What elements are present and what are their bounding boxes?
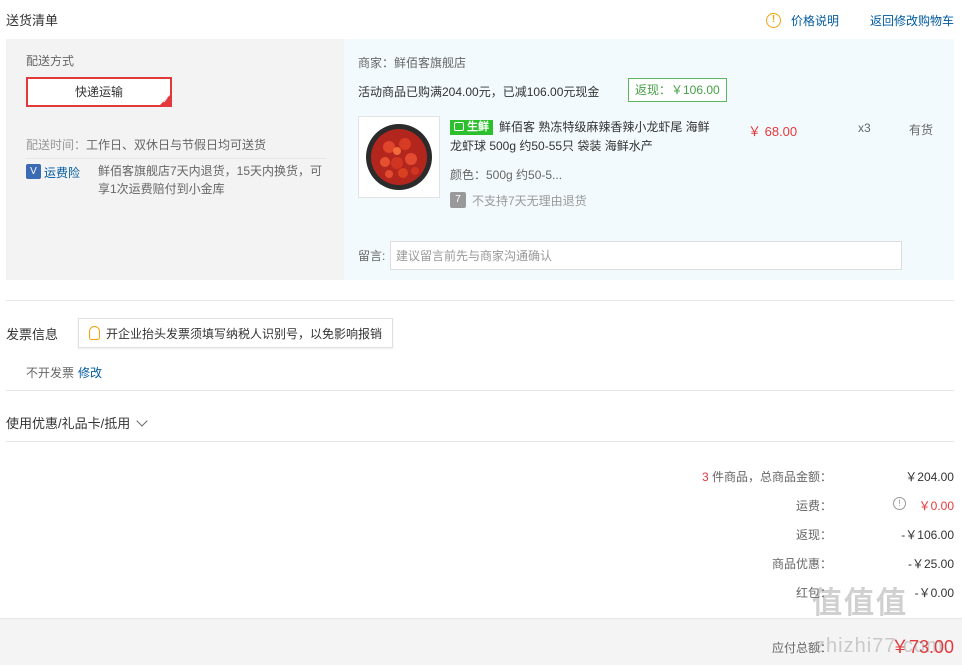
product-quantity: x3 [858, 121, 871, 135]
fresh-tag-label: 生鲜 [467, 121, 489, 133]
delivery-time-value: 工作日、双休日与节假日均可送货 [86, 138, 267, 152]
price-explain-link[interactable]: ! 价格说明 [766, 12, 839, 29]
divider [6, 441, 954, 442]
invoice-tip-text: 开企业抬头发票须填写纳税人识别号，以免影响报销 [106, 326, 383, 341]
fresh-tag-icon [454, 122, 464, 131]
invoice-edit-link[interactable]: 修改 [78, 364, 102, 381]
product-title[interactable]: 生鲜 鲜佰客 熟冻特级麻辣香辣小龙虾尾 海鲜龙虾球 500g 约50-55只 袋装… [450, 118, 710, 156]
watermark: 值值值 [812, 587, 908, 620]
shipping-fee: ￥0.00 [918, 499, 954, 513]
item-count-text: 件商品，总商品金额： [711, 470, 832, 484]
invoice-tip: 开企业抬头发票须填写纳税人识别号，以免影响报销 [78, 318, 394, 348]
delivery-time-label: 配送时间： [26, 138, 87, 152]
invoice-value: 不开发票 [26, 366, 75, 380]
no-return-icon: 7 [450, 192, 466, 208]
check-icon: ✓ [162, 96, 169, 105]
warning-icon: ! [766, 13, 781, 28]
lightbulb-icon [89, 326, 100, 340]
summary-total: ￥204.00 [905, 470, 954, 484]
coupon-label: 使用优惠/礼品卡/抵用 [6, 416, 131, 431]
no-return-text: 不支持7天无理由退货 [472, 194, 587, 208]
divider [6, 390, 954, 391]
note-input[interactable] [390, 241, 902, 270]
shipping-option-label: 快递运输 [74, 85, 123, 99]
invoice-title: 发票信息 [6, 327, 59, 342]
seller-name: 商家：鲜佰客旗舰店 [358, 56, 467, 70]
product-image[interactable] [358, 116, 440, 198]
divider [6, 300, 954, 301]
chevron-down-icon [136, 414, 148, 427]
product-price: ￥ 68.00 [748, 124, 798, 139]
redpacket-value: -￥0.00 [914, 586, 954, 600]
discount-label: 商品优惠： [771, 557, 832, 571]
divider [26, 158, 326, 159]
shipping-method-label: 配送方式 [26, 54, 75, 68]
cashback-value: -￥106.00 [901, 528, 954, 542]
discount-value: -￥25.00 [907, 557, 954, 571]
info-icon[interactable]: ! [893, 497, 906, 510]
shipping-insurance-link[interactable]: 运费险 [44, 164, 80, 181]
promo-text: 活动商品已购满204.00元，已减106.00元现金 [358, 85, 600, 99]
item-count: 3 [701, 470, 709, 484]
stock-status: 有货 [909, 123, 934, 137]
note-label: 留言: [358, 249, 386, 263]
shipping-insurance-desc: 鲜佰客旗舰店7天内退货，15天内换货，可享1次运费赔付到小金库 [98, 164, 323, 196]
back-to-cart-link[interactable]: 返回修改购物车 [870, 12, 954, 29]
shield-icon: V [26, 164, 41, 179]
product-color: 颜色：500g 约50-5... [450, 168, 563, 182]
page-section-title: 送货清单 [6, 13, 59, 28]
price-explain-label: 价格说明 [791, 14, 840, 28]
watermark-url: zhizhi77.com [815, 635, 944, 657]
coupon-toggle[interactable]: 使用优惠/礼品卡/抵用 [6, 413, 148, 432]
fresh-tag: 生鲜 [450, 120, 493, 135]
cashback-label: 返现： [795, 528, 832, 542]
summary-count-label: 3 件商品，总商品金额： [702, 468, 832, 485]
shipping-option-express[interactable]: 快递运输 ✓ [26, 77, 172, 107]
cashback-badge: 返现：￥106.00 [628, 78, 727, 102]
shipping-fee-label: 运费： [795, 499, 832, 513]
